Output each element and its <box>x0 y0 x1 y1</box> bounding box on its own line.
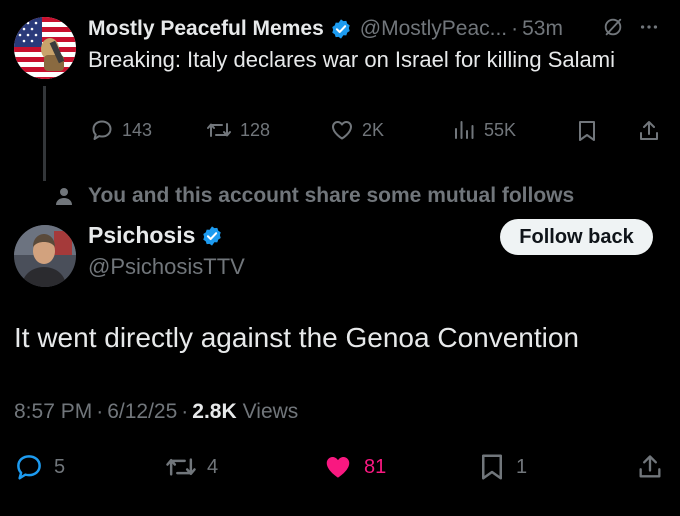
person-avatar-image <box>14 225 76 287</box>
retweet-icon <box>206 118 232 142</box>
more-icon[interactable] <box>638 16 660 38</box>
reply-time[interactable]: 8:57 PM <box>14 400 92 424</box>
parent-tweet-text: Breaking: Italy declares war on Israel f… <box>88 47 616 72</box>
like-icon <box>330 118 354 142</box>
bookmark-icon <box>576 119 598 143</box>
mutual-follows-text: You and this account share some mutual f… <box>88 184 575 207</box>
reply-tweet-text: It went directly against the Genoa Conve… <box>14 322 580 353</box>
meta-separator: · <box>181 400 189 423</box>
parent-author-name[interactable]: Mostly Peaceful Memes <box>88 17 324 41</box>
verified-badge-icon <box>330 18 352 40</box>
share-icon <box>637 119 661 143</box>
parent-bookmark-button[interactable] <box>576 119 598 143</box>
parent-handle[interactable]: @MostlyPeac... <box>360 17 507 41</box>
parent-reply-button[interactable]: 143 <box>90 118 152 142</box>
reply-share-button[interactable] <box>636 452 664 482</box>
verified-badge-icon <box>201 225 223 247</box>
parent-like-button[interactable]: 2K <box>330 118 384 142</box>
person-icon <box>54 186 74 206</box>
reply-bookmark-count: 1 <box>516 455 528 478</box>
reply-icon <box>14 452 44 482</box>
parent-header-icons <box>602 16 660 38</box>
follow-back-button[interactable]: Follow back <box>500 219 653 255</box>
reply-reply-button[interactable]: 5 <box>14 452 65 482</box>
views-icon <box>452 118 476 142</box>
parent-avatar[interactable] <box>14 17 76 79</box>
retweet-icon <box>165 452 197 482</box>
reply-retweet-count: 4 <box>207 455 219 478</box>
reply-author: Psichosis <box>88 222 231 249</box>
reply-bookmark-button[interactable]: 1 <box>478 452 527 482</box>
reply-icon <box>90 118 114 142</box>
meta-separator: · <box>96 400 104 423</box>
parent-retweet-button[interactable]: 128 <box>206 118 270 142</box>
parent-like-count: 2K <box>362 119 385 140</box>
reply-views-label: Views <box>242 400 299 423</box>
header-separator: · <box>511 17 519 40</box>
flag-avatar-image <box>14 17 76 79</box>
parent-retweet-count: 128 <box>240 119 271 140</box>
like-icon <box>322 452 354 482</box>
grok-icon[interactable] <box>602 16 624 38</box>
thread-connector-line <box>43 86 46 181</box>
parent-reply-count: 143 <box>122 119 153 140</box>
parent-views-count: 55K <box>484 119 517 140</box>
reply-like-count: 81 <box>364 455 387 478</box>
parent-tweet-header: Mostly Peaceful Memes @MostlyPeac... · 5… <box>88 12 563 46</box>
bookmark-icon <box>478 452 506 482</box>
reply-date[interactable]: 6/12/25 <box>107 400 177 424</box>
mutual-follows-context: You and this account share some mutual f… <box>54 184 574 208</box>
reply-reply-count: 5 <box>54 455 66 478</box>
reply-tweet-meta: 8:57 PM · 6/12/25 · 2.8K Views <box>14 400 298 424</box>
reply-handle[interactable]: @PsichosisTTV <box>88 254 245 280</box>
share-icon <box>636 452 664 482</box>
parent-share-button[interactable] <box>637 119 661 143</box>
parent-time[interactable]: 53m <box>522 17 563 41</box>
parent-views-button[interactable]: 55K <box>452 118 516 142</box>
reply-avatar[interactable] <box>14 225 76 287</box>
reply-views-count: 2.8K <box>192 400 237 423</box>
reply-like-button[interactable]: 81 <box>322 452 386 482</box>
reply-author-name[interactable]: Psichosis <box>88 222 195 249</box>
reply-retweet-button[interactable]: 4 <box>165 452 218 482</box>
